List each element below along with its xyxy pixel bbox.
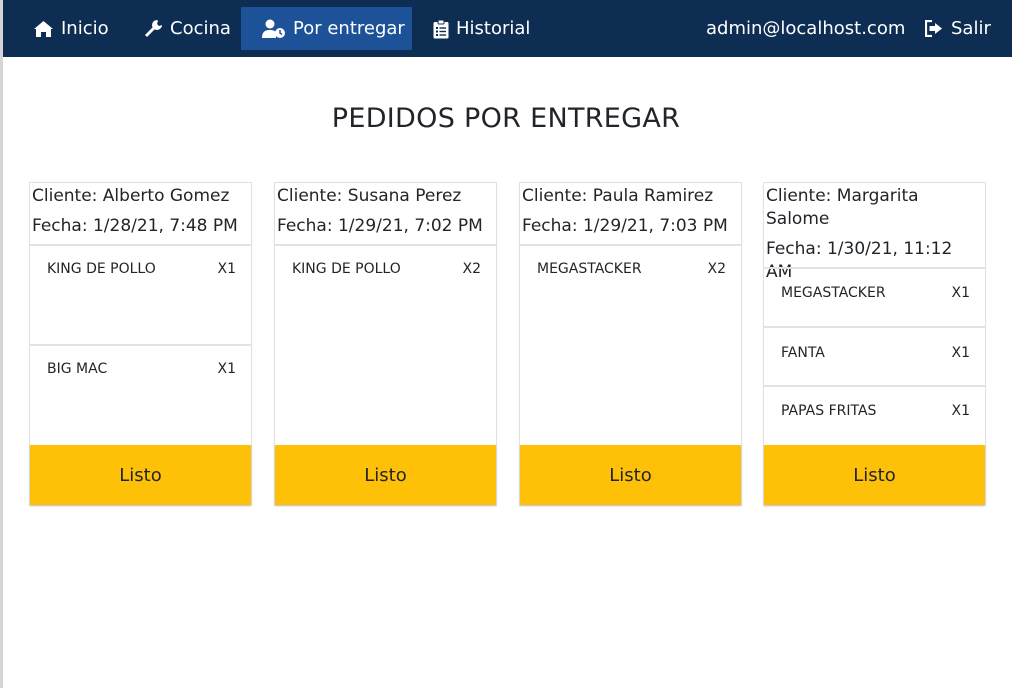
item-quantity: X1 — [217, 361, 237, 377]
order-item: MEGASTACKER X1 — [764, 267, 985, 326]
nav-por-entregar-label: Por entregar — [293, 18, 405, 39]
order-item: FANTA X1 — [764, 326, 985, 385]
order-item: BIG MAC X1 — [30, 344, 251, 444]
nav-historial-label: Historial — [456, 18, 531, 39]
item-name: KING DE POLLO — [47, 261, 156, 277]
listo-button[interactable]: Listo — [275, 445, 496, 505]
nav-cocina[interactable]: Cocina — [143, 7, 231, 50]
nav-inicio[interactable]: Inicio — [33, 7, 109, 50]
logout-label: Salir — [951, 18, 991, 39]
item-quantity: X1 — [951, 345, 971, 361]
item-name: BIG MAC — [47, 361, 108, 377]
order-header: Cliente: Paula Ramirez Fecha: 1/29/21, 7… — [520, 183, 741, 238]
item-name: MEGASTACKER — [537, 261, 642, 277]
order-client: Cliente: Susana Perez — [277, 186, 462, 206]
nav-cocina-label: Cocina — [170, 18, 231, 39]
order-date: Fecha: 1/29/21, 7:03 PM — [522, 216, 728, 236]
nav-inicio-label: Inicio — [61, 18, 109, 39]
order-card: Cliente: Paula Ramirez Fecha: 1/29/21, 7… — [520, 183, 741, 505]
listo-button[interactable]: Listo — [764, 445, 985, 505]
item-name: MEGASTACKER — [781, 285, 886, 301]
order-item: KING DE POLLO X1 — [30, 244, 251, 344]
item-quantity: X1 — [217, 261, 237, 277]
clipboard-list-icon — [433, 19, 449, 39]
order-client: Cliente: Margarita Salome — [766, 186, 919, 229]
order-date: Fecha: 1/28/21, 7:48 PM — [32, 216, 238, 236]
page-title: PEDIDOS POR ENTREGAR — [331, 103, 681, 134]
item-name: KING DE POLLO — [292, 261, 401, 277]
listo-button[interactable]: Listo — [30, 445, 251, 505]
item-name: FANTA — [781, 345, 825, 361]
order-header: Cliente: Susana Perez Fecha: 1/29/21, 7:… — [275, 183, 496, 238]
nav-por-entregar[interactable]: Por entregar — [241, 7, 412, 50]
order-client: Cliente: Paula Ramirez — [522, 186, 714, 206]
order-client: Cliente: Alberto Gomez — [32, 186, 230, 206]
listo-button[interactable]: Listo — [520, 445, 741, 505]
item-name: PAPAS FRITAS — [781, 403, 877, 419]
order-date: Fecha: 1/29/21, 7:02 PM — [277, 216, 483, 236]
order-header: Cliente: Alberto Gomez Fecha: 1/28/21, 7… — [30, 183, 251, 238]
user-email: admin@localhost.com — [706, 18, 906, 39]
order-item: KING DE POLLO X2 — [275, 244, 496, 444]
nav-historial[interactable]: Historial — [433, 7, 530, 50]
order-item: PAPAS FRITAS X1 — [764, 385, 985, 444]
item-quantity: X2 — [707, 261, 727, 277]
item-quantity: X1 — [951, 285, 971, 301]
order-card: Cliente: Susana Perez Fecha: 1/29/21, 7:… — [275, 183, 496, 505]
logout-button[interactable]: Salir — [925, 7, 991, 50]
item-quantity: X2 — [462, 261, 482, 277]
sign-out-icon — [925, 20, 944, 37]
wrench-icon — [143, 19, 163, 39]
order-item: MEGASTACKER X2 — [520, 244, 741, 444]
order-card: Cliente: Margarita Salome Fecha: 1/30/21… — [764, 183, 985, 505]
item-quantity: X1 — [951, 403, 971, 419]
user-clock-icon — [262, 19, 286, 39]
order-card: Cliente: Alberto Gomez Fecha: 1/28/21, 7… — [30, 183, 251, 505]
top-navbar: Inicio Cocina Por entregar Historial adm… — [3, 0, 1012, 57]
home-icon — [33, 20, 54, 38]
